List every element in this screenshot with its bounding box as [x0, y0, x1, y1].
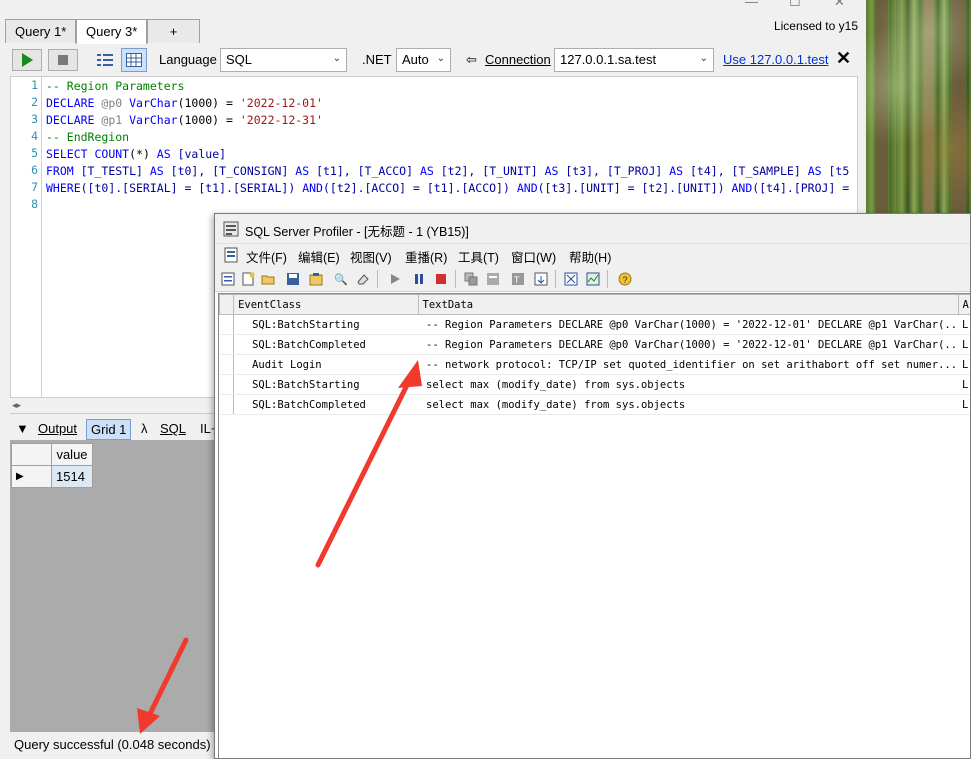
annotation-arrows [137, 360, 422, 734]
app-window: — ☐ ✕ Query 1* Query 3* + Licensed to y1… [0, 0, 971, 759]
arrow-head-icon [398, 360, 422, 388]
arrow-to-status [145, 637, 189, 721]
arrow-to-audit-login [315, 372, 415, 568]
